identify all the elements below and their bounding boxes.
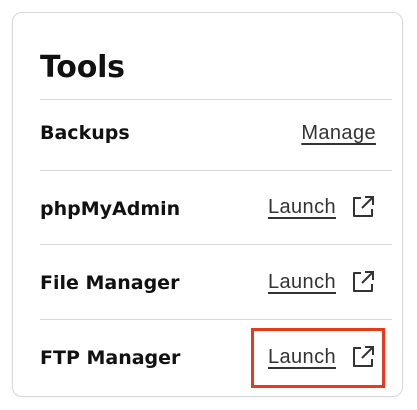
tool-row-label: FTP Manager [40,347,181,369]
external-link-icon[interactable] [350,194,376,220]
launch-link[interactable]: Launch [268,195,336,219]
manage-link[interactable]: Manage [301,121,376,145]
launch-ftp-manager-button[interactable]: Launch [268,344,376,370]
tool-row-label: File Manager [40,272,180,294]
divider [40,170,392,171]
divider [40,244,392,245]
manage-backups-button[interactable]: Manage [301,121,376,145]
tool-row-label: Backups [40,122,130,144]
divider [40,319,392,320]
external-link-icon[interactable] [350,269,376,295]
tools-card: Tools Backups Manage phpMyAdmin Launch F… [12,12,403,397]
tool-row-label: phpMyAdmin [40,198,181,220]
launch-link[interactable]: Launch [268,270,336,294]
external-link-icon[interactable] [350,344,376,370]
launch-link[interactable]: Launch [268,345,336,369]
tools-title: Tools [40,50,125,85]
launch-phpmyadmin-button[interactable]: Launch [268,194,376,220]
launch-file-manager-button[interactable]: Launch [268,269,376,295]
divider [40,99,392,100]
